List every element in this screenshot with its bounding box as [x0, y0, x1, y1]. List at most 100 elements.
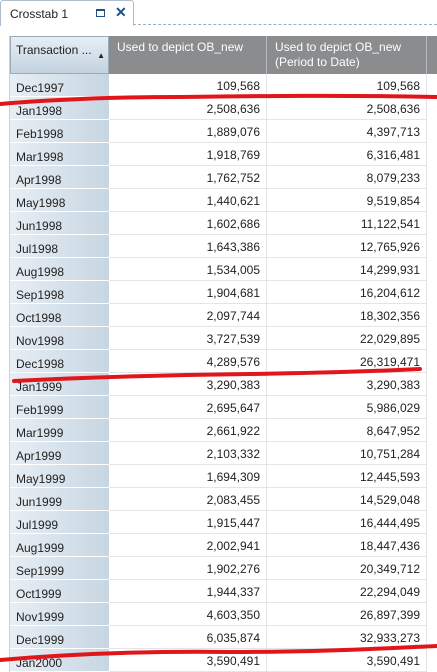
period-cell[interactable]: Apr1998 [10, 166, 109, 189]
ob-new-ptd-value-cell[interactable]: 22,029,895 [267, 327, 427, 350]
ob-new-value-cell[interactable]: 1,694,309 [109, 465, 267, 488]
ob-new-value-cell[interactable]: 1,602,686 [109, 212, 267, 235]
ob-new-value-cell[interactable]: 3,727,539 [109, 327, 267, 350]
table-row[interactable]: Apr1998 1,762,752 8,079,233 [10, 166, 437, 189]
transaction-column-header[interactable]: Transaction ... ▲ [10, 36, 109, 74]
table-row[interactable]: Feb1999 2,695,647 5,986,029 [10, 396, 437, 419]
table-row[interactable]: Apr1999 2,103,332 10,751,284 [10, 442, 437, 465]
ob-new-value-cell[interactable]: 1,944,337 [109, 580, 267, 603]
table-row[interactable]: Jun1998 1,602,686 11,122,541 [10, 212, 437, 235]
period-cell[interactable]: May1999 [10, 465, 109, 488]
table-row[interactable]: Jun1999 2,083,455 14,529,048 [10, 488, 437, 511]
table-row[interactable]: Oct1999 1,944,337 22,294,049 [10, 580, 437, 603]
table-row[interactable]: Sep1998 1,904,681 16,204,612 [10, 281, 437, 304]
period-cell[interactable]: Jul1998 [10, 235, 109, 258]
period-cell[interactable]: Jan1998 [10, 97, 109, 120]
ob-new-value-cell[interactable]: 2,695,647 [109, 396, 267, 419]
ob-new-ptd-value-cell[interactable]: 4,397,713 [267, 120, 427, 143]
ob-new-value-cell[interactable]: 1,440,621 [109, 189, 267, 212]
table-row[interactable]: Nov1998 3,727,539 22,029,895 [10, 327, 437, 350]
ob-new-ptd-value-cell[interactable]: 12,765,926 [267, 235, 427, 258]
measure-header-ob-new[interactable]: Used to depict OB_new [109, 36, 267, 74]
ob-new-ptd-value-cell[interactable]: 12,445,593 [267, 465, 427, 488]
table-row[interactable]: Oct1998 2,097,744 18,302,356 [10, 304, 437, 327]
measure-header-ob-new-ptd[interactable]: Used to depict OB_new (Period to Date) [267, 36, 427, 74]
ob-new-value-cell[interactable]: 2,508,636 [109, 97, 267, 120]
ob-new-value-cell[interactable]: 4,603,350 [109, 603, 267, 626]
period-cell[interactable]: Mar1998 [10, 143, 109, 166]
period-cell[interactable]: Feb1998 [10, 120, 109, 143]
period-cell[interactable]: Dec1998 [10, 350, 109, 373]
table-row[interactable]: Jul1999 1,915,447 16,444,495 [10, 511, 437, 534]
period-cell[interactable]: Jun1999 [10, 488, 109, 511]
period-cell[interactable]: Jan1999 [10, 373, 109, 396]
period-cell[interactable]: May1998 [10, 189, 109, 212]
ob-new-value-cell[interactable]: 1,915,447 [109, 511, 267, 534]
table-row[interactable]: Aug1998 1,534,005 14,299,931 [10, 258, 437, 281]
table-row[interactable]: Dec1999 6,035,874 32,933,273 [10, 626, 437, 649]
ob-new-value-cell[interactable]: 2,002,941 [109, 534, 267, 557]
table-row[interactable]: Mar1999 2,661,922 8,647,952 [10, 419, 437, 442]
ob-new-ptd-value-cell[interactable]: 14,299,931 [267, 258, 427, 281]
tab-crosstab-1[interactable]: Crosstab 1 ✕ [0, 0, 134, 26]
table-row[interactable]: Sep1999 1,902,276 20,349,712 [10, 557, 437, 580]
period-cell[interactable]: Oct1998 [10, 304, 109, 327]
ob-new-value-cell[interactable]: 2,083,455 [109, 488, 267, 511]
ob-new-ptd-value-cell[interactable]: 109,568 [267, 74, 427, 97]
ob-new-value-cell[interactable]: 109,568 [109, 74, 267, 97]
ob-new-ptd-value-cell[interactable]: 26,897,399 [267, 603, 427, 626]
table-row[interactable]: Dec1998 4,289,576 26,319,471 [10, 350, 437, 373]
ob-new-value-cell[interactable]: 1,762,752 [109, 166, 267, 189]
period-cell[interactable]: Oct1999 [10, 580, 109, 603]
ob-new-value-cell[interactable]: 6,035,874 [109, 626, 267, 649]
close-icon[interactable]: ✕ [115, 4, 127, 20]
ob-new-value-cell[interactable]: 1,643,386 [109, 235, 267, 258]
ob-new-ptd-value-cell[interactable]: 3,290,383 [267, 373, 427, 396]
table-row[interactable]: Jan2000 3,590,491 3,590,491 [10, 649, 437, 672]
ob-new-ptd-value-cell[interactable]: 11,122,541 [267, 212, 427, 235]
ob-new-ptd-value-cell[interactable]: 2,508,636 [267, 97, 427, 120]
ob-new-value-cell[interactable]: 1,902,276 [109, 557, 267, 580]
ob-new-value-cell[interactable]: 2,097,744 [109, 304, 267, 327]
table-row[interactable]: Feb1998 1,889,076 4,397,713 [10, 120, 437, 143]
period-cell[interactable]: Nov1998 [10, 327, 109, 350]
ob-new-ptd-value-cell[interactable]: 5,986,029 [267, 396, 427, 419]
ob-new-ptd-value-cell[interactable]: 16,204,612 [267, 281, 427, 304]
ob-new-ptd-value-cell[interactable]: 6,316,481 [267, 143, 427, 166]
ob-new-value-cell[interactable]: 1,534,005 [109, 258, 267, 281]
table-row[interactable]: May1998 1,440,621 9,519,854 [10, 189, 437, 212]
table-row[interactable]: Jan1998 2,508,636 2,508,636 [10, 97, 437, 120]
table-row[interactable]: Nov1999 4,603,350 26,897,399 [10, 603, 437, 626]
sort-ascending-icon[interactable]: ▲ [97, 51, 105, 60]
ob-new-value-cell[interactable]: 2,661,922 [109, 419, 267, 442]
ob-new-ptd-value-cell[interactable]: 20,349,712 [267, 557, 427, 580]
period-cell[interactable]: Dec1997 [10, 74, 109, 97]
table-row[interactable]: Dec1997 109,568 109,568 [10, 74, 437, 97]
period-cell[interactable]: Jul1999 [10, 511, 109, 534]
table-row[interactable]: May1999 1,694,309 12,445,593 [10, 465, 437, 488]
ob-new-value-cell[interactable]: 4,289,576 [109, 350, 267, 373]
table-row[interactable]: Mar1998 1,918,769 6,316,481 [10, 143, 437, 166]
ob-new-value-cell[interactable]: 1,918,769 [109, 143, 267, 166]
ob-new-ptd-value-cell[interactable]: 26,319,471 [267, 350, 427, 373]
ob-new-value-cell[interactable]: 2,103,332 [109, 442, 267, 465]
ob-new-value-cell[interactable]: 1,889,076 [109, 120, 267, 143]
ob-new-ptd-value-cell[interactable]: 10,751,284 [267, 442, 427, 465]
ob-new-ptd-value-cell[interactable]: 14,529,048 [267, 488, 427, 511]
ob-new-ptd-value-cell[interactable]: 22,294,049 [267, 580, 427, 603]
ob-new-ptd-value-cell[interactable]: 3,590,491 [267, 649, 427, 672]
table-row[interactable]: Jul1998 1,643,386 12,765,926 [10, 235, 437, 258]
table-row[interactable]: Aug1999 2,002,941 18,447,436 [10, 534, 437, 557]
table-row[interactable]: Jan1999 3,290,383 3,290,383 [10, 373, 437, 396]
period-cell[interactable]: Dec1999 [10, 626, 109, 649]
ob-new-ptd-value-cell[interactable]: 8,079,233 [267, 166, 427, 189]
ob-new-ptd-value-cell[interactable]: 18,302,356 [267, 304, 427, 327]
period-cell[interactable]: Sep1998 [10, 281, 109, 304]
period-cell[interactable]: Nov1999 [10, 603, 109, 626]
period-cell[interactable]: Jun1998 [10, 212, 109, 235]
period-cell[interactable]: Apr1999 [10, 442, 109, 465]
period-cell[interactable]: Sep1999 [10, 557, 109, 580]
ob-new-ptd-value-cell[interactable]: 18,447,436 [267, 534, 427, 557]
ob-new-ptd-value-cell[interactable]: 8,647,952 [267, 419, 427, 442]
period-cell[interactable]: Aug1998 [10, 258, 109, 281]
